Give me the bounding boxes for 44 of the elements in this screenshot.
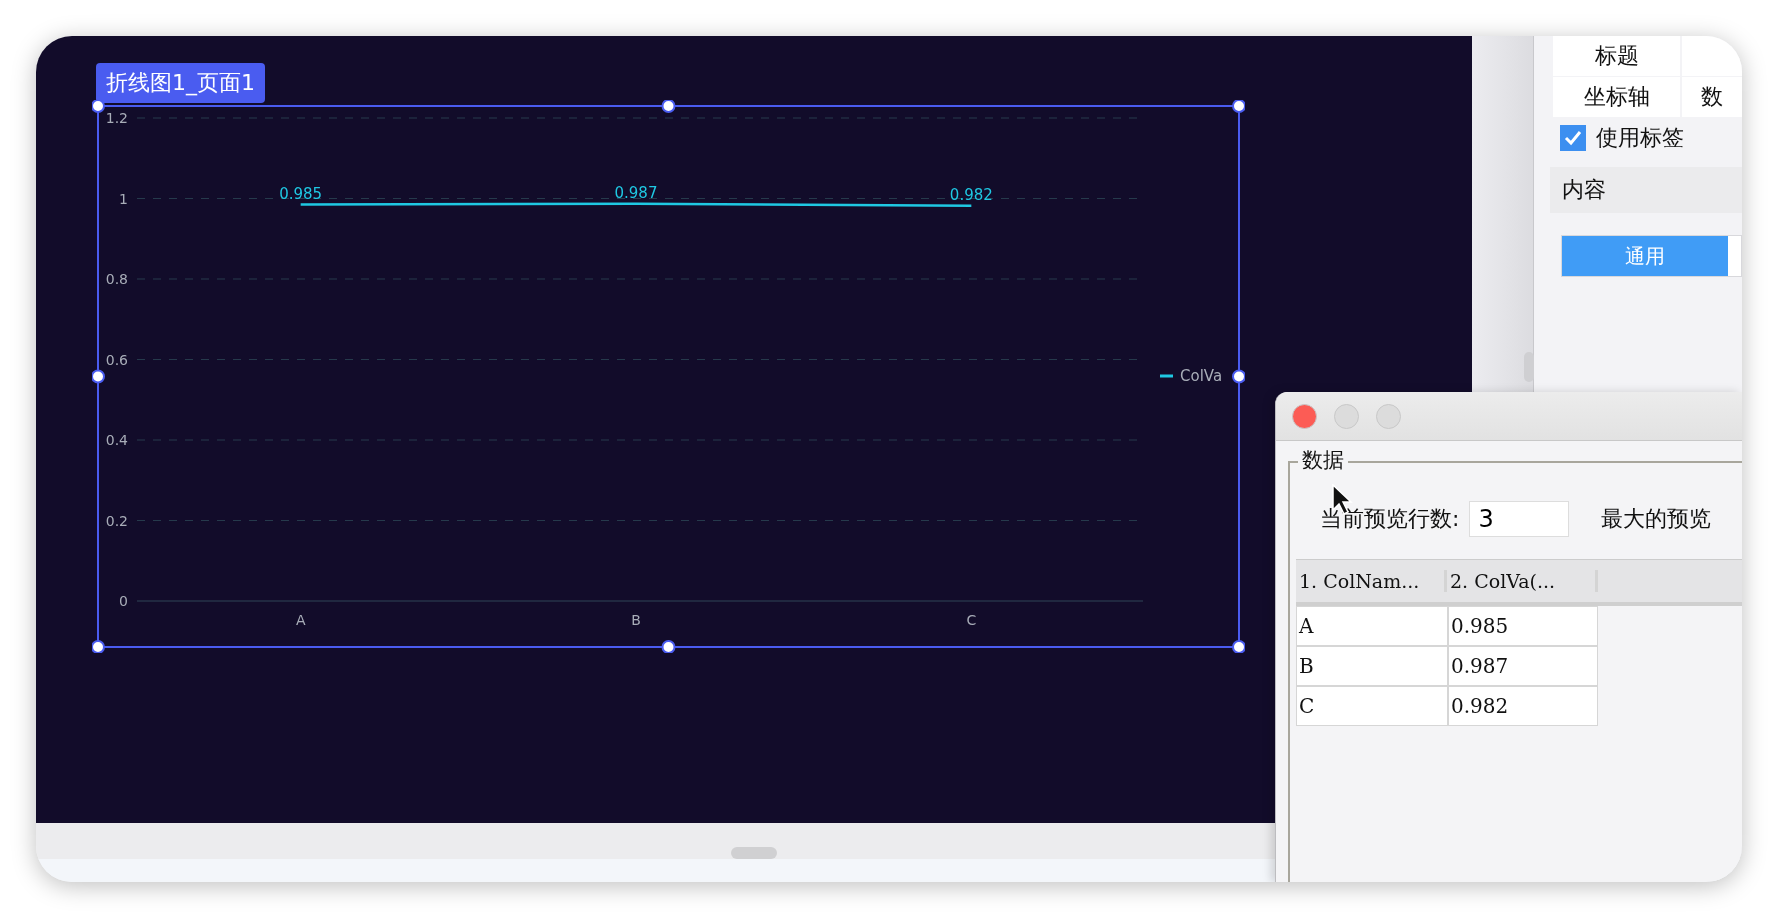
scrollbar-thumb[interactable]: [731, 847, 777, 859]
resize-handle[interactable]: [661, 640, 676, 653]
column-header[interactable]: 2. ColVa(...: [1447, 570, 1598, 592]
data-label: 0.985: [279, 184, 323, 203]
x-axis-label: B: [631, 612, 641, 628]
preview-rows-label: 当前预览行数:: [1320, 505, 1460, 533]
table-cell: 0.982: [1448, 686, 1598, 726]
data-label: 0.987: [614, 183, 658, 202]
resize-handle[interactable]: [1232, 100, 1245, 113]
resize-handle[interactable]: [661, 100, 676, 113]
table-cell: C: [1296, 686, 1448, 726]
property-tab[interactable]: 数: [1682, 77, 1742, 117]
data-label: 0.982: [949, 185, 993, 204]
resize-handle[interactable]: [92, 640, 105, 653]
y-axis-label: 0.2: [105, 512, 128, 529]
component-label: 折线图1_页面1: [96, 63, 265, 103]
table-cell: B: [1296, 646, 1448, 686]
check-icon: [1564, 130, 1582, 146]
close-button[interactable]: [1292, 403, 1317, 429]
max-preview-label: 最大的预览: [1601, 505, 1712, 533]
y-axis-label: 0.6: [105, 351, 128, 368]
resize-handle[interactable]: [1232, 640, 1245, 653]
legend-label: ColVa: [1180, 367, 1223, 385]
y-axis-label: 0: [119, 593, 128, 609]
table-cell: A: [1296, 606, 1448, 646]
table-cell: 0.985: [1448, 606, 1598, 646]
y-axis-label: 0.4: [105, 432, 128, 448]
property-tab[interactable]: 标题: [1553, 36, 1680, 76]
checkbox-label: 使用标签: [1596, 124, 1684, 152]
resize-handle[interactable]: [92, 100, 105, 113]
column-header[interactable]: 1. ColNam...: [1296, 570, 1447, 592]
property-tab[interactable]: 坐标轴: [1553, 77, 1680, 117]
section-header: 内容: [1550, 167, 1742, 213]
table-cell: 0.987: [1448, 646, 1598, 686]
y-axis-label: 0.8: [105, 271, 128, 287]
checkbox[interactable]: [1560, 125, 1586, 151]
y-axis-label: 1: [119, 190, 128, 207]
resize-handle[interactable]: [92, 369, 105, 384]
x-axis-label: A: [295, 612, 306, 628]
resize-handle[interactable]: [1232, 369, 1245, 384]
x-axis-label: C: [966, 612, 977, 628]
y-axis-label: 1.2: [105, 110, 128, 126]
scrollbar-thumb[interactable]: [1524, 352, 1534, 382]
preview-rows-field[interactable]: 3: [1469, 501, 1570, 537]
